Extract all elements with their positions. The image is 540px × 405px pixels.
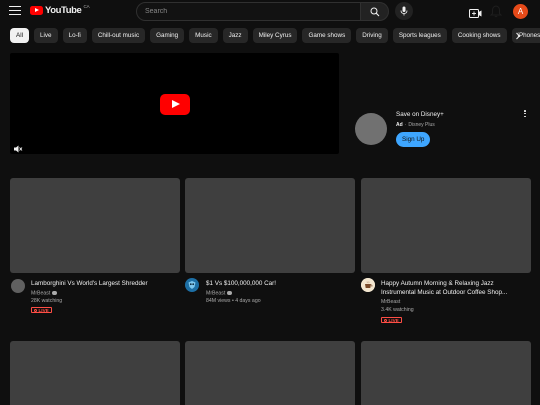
channel-name[interactable]: MrBeast — [31, 290, 57, 297]
channel-name[interactable]: MrBeast — [381, 299, 400, 305]
live-label: LIVE — [388, 317, 399, 323]
channel-avatar[interactable] — [361, 278, 375, 292]
verified-check-icon — [227, 290, 232, 295]
top-bar: YouTube CA A — [0, 0, 540, 24]
microphone-icon — [400, 6, 408, 16]
verified-check-icon — [52, 290, 57, 295]
ad-meta: Ad · Disney Plus — [396, 122, 435, 128]
chip-gaming[interactable]: Gaming — [150, 28, 185, 43]
video-thumbnail[interactable] — [361, 341, 531, 405]
live-badge: LIVE — [31, 307, 52, 313]
chip-cooking-shows[interactable]: Cooking shows — [451, 28, 507, 43]
video-thumbnail[interactable] — [185, 341, 355, 405]
more-options-icon[interactable] — [522, 110, 528, 120]
channel-name-text: MrBeast — [31, 290, 51, 297]
video-title[interactable]: Lamborghini Vs World's Largest Shredder — [31, 279, 171, 288]
channel-name-text: MrBeast — [206, 290, 226, 297]
chip-game-shows[interactable]: Game shows — [302, 28, 352, 43]
mrbeast-logo-icon — [185, 278, 199, 292]
account-avatar[interactable]: A — [513, 4, 528, 19]
channel-avatar[interactable] — [11, 279, 25, 293]
ad-title[interactable]: Save on Disney+ — [396, 111, 444, 118]
video-meta: 3.4K watching — [381, 307, 414, 313]
country-code: CA — [83, 4, 90, 9]
hamburger-menu-icon[interactable] — [9, 6, 21, 18]
channel-name-text: MrBeast — [381, 299, 401, 305]
chip-live[interactable]: Live — [34, 28, 58, 43]
youtube-logo[interactable]: YouTube CA — [30, 4, 90, 16]
search-box — [136, 2, 389, 21]
category-chips: All Live Lo-fi Chill-out music Gaming Mu… — [10, 28, 540, 43]
video-thumbnail[interactable] — [10, 178, 180, 273]
live-badge: LIVE — [381, 317, 402, 323]
live-broadcast-icon — [34, 308, 37, 312]
chip-miley-cyrus[interactable]: Miley Cyrus — [252, 28, 298, 43]
ad-badge: Ad — [396, 122, 403, 128]
channel-name[interactable]: MrBeast — [206, 290, 232, 297]
live-broadcast-icon — [384, 318, 387, 322]
search-icon — [370, 7, 379, 16]
video-meta: 84M views • 4 days ago — [206, 298, 261, 304]
live-label: LIVE — [38, 307, 49, 313]
chip-lo-fi[interactable]: Lo-fi — [62, 28, 87, 43]
chip-chill-out-music[interactable]: Chill-out music — [91, 28, 146, 43]
play-button-icon[interactable] — [160, 94, 190, 115]
ad-video-player[interactable] — [10, 53, 339, 154]
chip-jazz[interactable]: Jazz — [222, 28, 248, 43]
voice-search-button[interactable] — [395, 2, 413, 20]
chips-next-button[interactable] — [510, 28, 525, 43]
video-thumbnail[interactable] — [361, 178, 531, 273]
channel-avatar[interactable] — [185, 278, 199, 292]
advertiser-logo[interactable] — [355, 113, 387, 145]
sign-up-button[interactable]: Sign Up — [396, 132, 431, 147]
chip-music[interactable]: Music — [189, 28, 218, 43]
chevron-right-icon — [515, 32, 520, 39]
video-meta: 28K watching — [31, 298, 63, 304]
search-input[interactable] — [136, 2, 361, 21]
chip-all[interactable]: All — [10, 28, 29, 43]
coffee-cup-icon — [361, 278, 375, 292]
notifications-bell-icon[interactable] — [489, 5, 503, 18]
create-video-icon[interactable] — [469, 6, 482, 18]
muted-speaker-icon[interactable] — [13, 141, 23, 153]
chip-driving[interactable]: Driving — [356, 28, 388, 43]
ad-advertiser: Disney Plus — [408, 122, 435, 128]
chip-sports-leagues[interactable]: Sports leagues — [392, 28, 447, 43]
video-thumbnail[interactable] — [185, 178, 355, 273]
search-button[interactable] — [360, 2, 389, 21]
video-thumbnail[interactable] — [10, 341, 180, 405]
youtube-play-icon — [30, 6, 43, 15]
ad-separator: · — [404, 122, 407, 128]
video-title[interactable]: $1 Vs $100,000,000 Car! — [206, 279, 346, 288]
video-title[interactable]: Happy Autumn Morning & Relaxing Jazz Ins… — [381, 279, 521, 297]
logo-text: YouTube — [45, 5, 82, 16]
